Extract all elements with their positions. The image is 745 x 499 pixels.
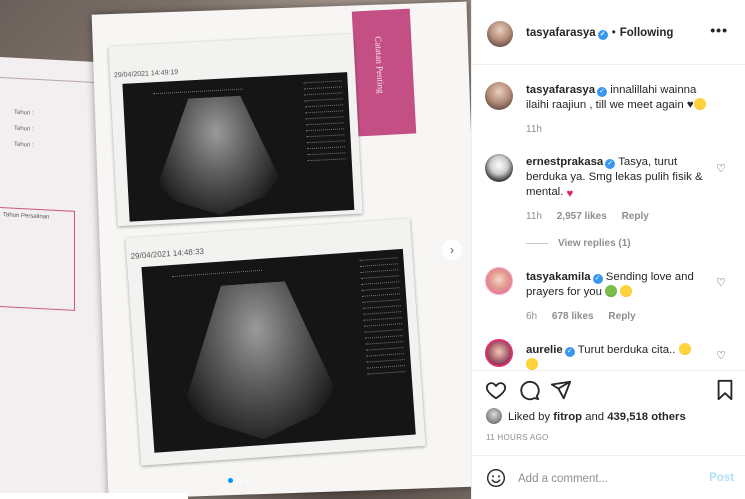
like-comment-heart-icon[interactable]: ♡ bbox=[716, 276, 726, 289]
ultrasound-print: 29/04/2021 14:49:19 bbox=[108, 33, 363, 227]
tab-label: Catatan Penting bbox=[373, 35, 387, 94]
heart-icon[interactable] bbox=[485, 379, 507, 401]
view-replies-button[interactable]: View replies (1) bbox=[526, 238, 631, 249]
post-timestamp[interactable]: 11 HOURS AGO bbox=[486, 433, 549, 442]
next-photo-button[interactable]: › bbox=[442, 240, 462, 260]
carousel-dot bbox=[237, 478, 242, 483]
comment-likes[interactable]: 678 likes bbox=[552, 311, 594, 322]
likes-summary: Liked by fitrop and 439,518 others bbox=[486, 408, 686, 424]
header-user-line: tasyafarasya ✓ • Following bbox=[526, 27, 673, 40]
avatar[interactable] bbox=[485, 267, 513, 295]
scan-parameters bbox=[359, 253, 406, 375]
ultrasound-cone bbox=[173, 278, 343, 445]
comment-meta: 11h 2,957 likes Reply bbox=[526, 211, 661, 222]
left-page-table: Tahun Persalinan bbox=[0, 206, 75, 311]
carousel-dot bbox=[228, 478, 233, 483]
likes-count[interactable]: 439,518 others bbox=[607, 411, 686, 423]
left-page-label: Tahun : bbox=[14, 109, 34, 117]
scan-header bbox=[171, 261, 262, 278]
print-timestamp: 29/04/2021 14:49:19 bbox=[113, 68, 179, 80]
print-timestamp: 29/04/2021 14:48:33 bbox=[130, 246, 205, 261]
comment-username[interactable]: aurelie bbox=[526, 344, 563, 356]
comment-input[interactable] bbox=[518, 470, 698, 488]
comment-body: aurelie ✓ Turut berduka cita.. bbox=[526, 343, 716, 370]
verified-badge-icon: ✓ bbox=[605, 159, 616, 169]
avatar[interactable] bbox=[485, 154, 513, 182]
ultrasound-scan bbox=[122, 72, 355, 222]
verified-badge-icon: ✓ bbox=[597, 87, 608, 97]
smiling-face-emoji bbox=[693, 98, 706, 110]
comment-meta: 11h bbox=[526, 124, 554, 135]
username-link[interactable]: tasyafarasya bbox=[526, 27, 596, 39]
comment-body: ernestprakasa ✓ Tasya, turut berduka ya. … bbox=[526, 155, 716, 202]
liked-by-user[interactable]: fitrop bbox=[553, 411, 582, 423]
comment-body: tasyafarasya ✓ innalillahi wainna ilaihi … bbox=[526, 83, 716, 113]
page-rule bbox=[0, 76, 108, 84]
smiling-face-emoji bbox=[678, 343, 691, 355]
avatar[interactable] bbox=[485, 82, 513, 110]
comment-username[interactable]: ernestprakasa bbox=[526, 156, 603, 168]
verified-badge-icon: ✓ bbox=[597, 30, 608, 40]
post-photo[interactable]: Tahun : Tahun : Tahun : Tahun Persalinan… bbox=[0, 0, 471, 499]
left-page-label: Tahun : bbox=[14, 125, 34, 133]
pink-bookmark-tab: Catatan Penting bbox=[351, 8, 417, 137]
instagram-post-view: Tahun : Tahun : Tahun : Tahun Persalinan… bbox=[0, 0, 745, 499]
liker-avatar[interactable] bbox=[486, 408, 502, 424]
comments-list[interactable]: tasyafarasya ✓ innalillahi wainna ilaihi … bbox=[472, 66, 745, 370]
comment-icon[interactable] bbox=[518, 379, 540, 401]
share-icon[interactable] bbox=[550, 379, 572, 401]
reply-divider bbox=[526, 242, 548, 244]
carousel-dot bbox=[246, 478, 251, 483]
avatar[interactable] bbox=[485, 339, 513, 367]
plant-emoji bbox=[605, 285, 618, 297]
comment-text: Turut berduka cita.. bbox=[577, 344, 676, 356]
comment-username[interactable]: tasyakamila bbox=[526, 271, 591, 283]
comment-username[interactable]: tasyafarasya bbox=[526, 84, 595, 96]
comment-time[interactable]: 6h bbox=[526, 311, 537, 322]
post-comment-button[interactable]: Post bbox=[709, 472, 734, 484]
scan-parameters bbox=[303, 76, 346, 162]
comment-body: tasyakamila ✓ Sending love and prayers fo… bbox=[526, 270, 716, 300]
comment-likes[interactable]: 2,957 likes bbox=[557, 211, 607, 222]
carousel-dots bbox=[228, 478, 251, 483]
save-icon[interactable] bbox=[714, 379, 736, 401]
smiling-face-emoji bbox=[526, 358, 538, 370]
verified-badge-icon: ✓ bbox=[592, 274, 603, 284]
like-comment-heart-icon[interactable]: ♡ bbox=[716, 162, 726, 175]
left-page-label: Tahun : bbox=[14, 141, 34, 149]
ultrasound-scan bbox=[141, 248, 416, 453]
ultrasound-cone bbox=[149, 94, 285, 219]
smiling-face-emoji bbox=[620, 285, 633, 297]
post-side-panel: tasyafarasya ✓ • Following ••• tasyafarasya… bbox=[471, 0, 745, 499]
liked-by-prefix: Liked by bbox=[508, 411, 551, 423]
scroll-bar bbox=[0, 493, 188, 499]
avatar[interactable] bbox=[487, 21, 513, 47]
smiley-icon[interactable] bbox=[486, 468, 506, 488]
left-page-table-header: Tahun Persalinan bbox=[3, 212, 50, 221]
add-comment-bar: Post bbox=[472, 455, 745, 499]
comment-time[interactable]: 11h bbox=[526, 211, 542, 222]
post-actions: Liked by fitrop and 439,518 others 11 HO… bbox=[472, 370, 745, 499]
red-heart-emoji: ♥ bbox=[566, 188, 574, 200]
reply-button[interactable]: Reply bbox=[622, 211, 649, 222]
reply-button[interactable]: Reply bbox=[608, 311, 635, 322]
more-options-icon[interactable]: ••• bbox=[710, 22, 728, 38]
scan-header bbox=[152, 80, 243, 95]
verified-badge-icon: ✓ bbox=[564, 347, 575, 357]
like-comment-heart-icon[interactable]: ♡ bbox=[716, 349, 726, 362]
view-replies-label: View replies (1) bbox=[558, 238, 631, 249]
following-button[interactable]: Following bbox=[620, 27, 674, 39]
liked-by-and: and bbox=[585, 411, 605, 423]
post-header: tasyafarasya ✓ • Following ••• bbox=[472, 0, 745, 65]
comment-meta: 6h 678 likes Reply bbox=[526, 311, 648, 322]
ultrasound-print: 29/04/2021 14:48:33 bbox=[125, 218, 426, 466]
comment-time[interactable]: 11h bbox=[526, 124, 542, 135]
separator-dot: • bbox=[611, 27, 616, 39]
